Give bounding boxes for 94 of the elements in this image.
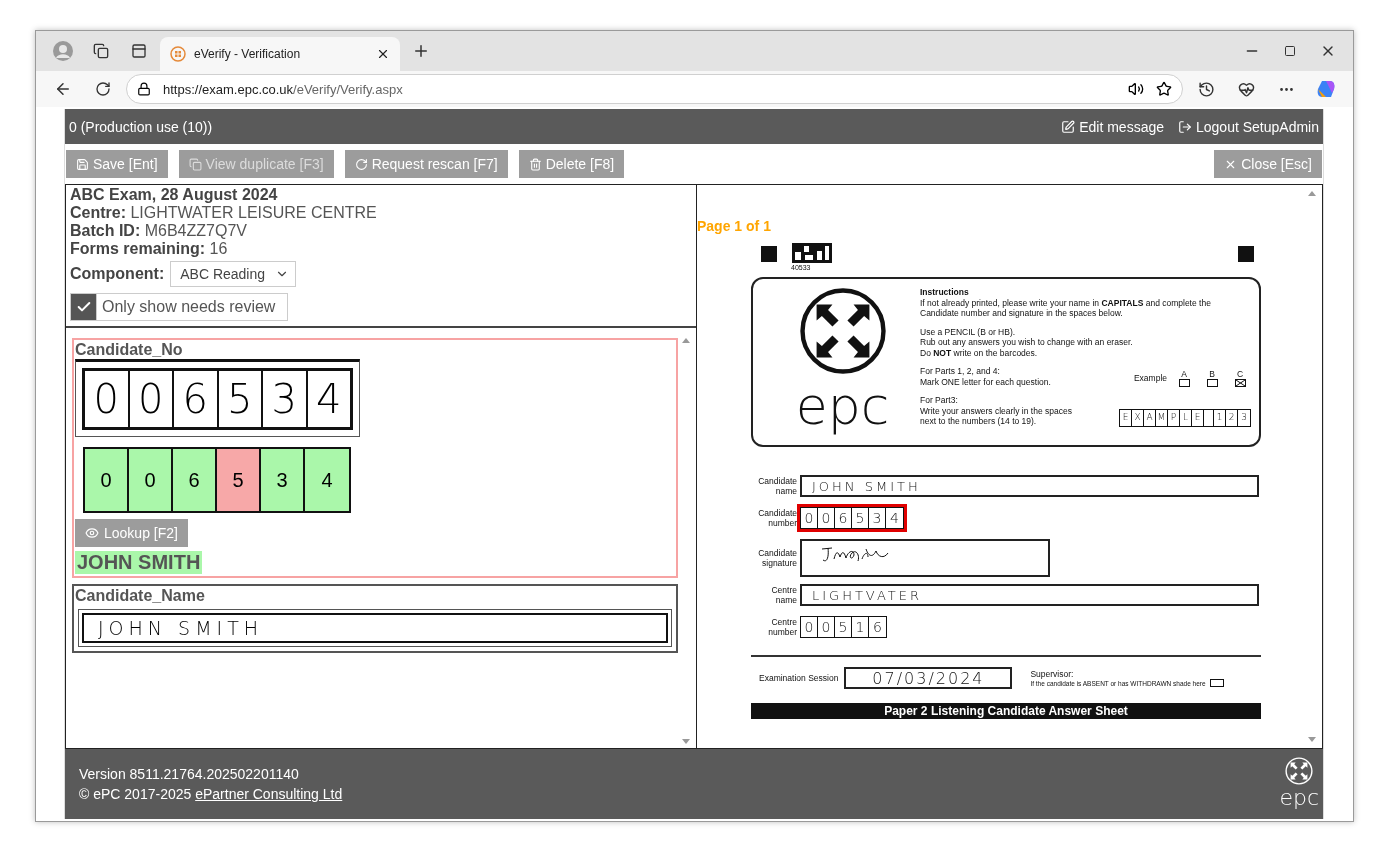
instruction-line: If not already printed, please write your name in CAPITALS and complete the — [920, 297, 1212, 308]
form-label: Centre name — [770, 585, 797, 605]
edit-message-link[interactable]: Edit message — [1061, 118, 1164, 135]
version-text: Version 8511.21764.202502201140 — [79, 766, 300, 782]
instruction-line: For Part3: — [920, 395, 959, 406]
company-link[interactable]: ePartner Consulting Ltd — [195, 786, 343, 802]
example-letter: E — [1120, 409, 1132, 426]
trash-icon — [528, 157, 542, 171]
handwritten-digit: 5 — [852, 508, 869, 528]
footer-logo-text: epc — [1279, 785, 1319, 811]
component-select[interactable]: ABC Reading — [170, 261, 297, 287]
read-aloud-icon[interactable] — [1128, 81, 1144, 97]
logout-link[interactable]: Logout SetupAdmin — [1178, 118, 1319, 135]
form-label: Centre number — [767, 617, 797, 637]
batch-detail: Forms remaining: 16 — [70, 240, 229, 258]
example-letter: M — [1156, 409, 1168, 426]
registration-mark — [761, 246, 777, 262]
instructions-title: Instructions — [920, 287, 970, 298]
scanned-name-image: JOHN SMITH — [78, 609, 672, 647]
logo-text: epc — [795, 375, 890, 437]
eye-icon — [85, 526, 99, 540]
handwritten-field: JOHN SMITH — [800, 475, 1259, 497]
scanned-number-image: 0 0 6 5 3 4 — [75, 359, 360, 437]
handwritten-digit: 6 — [872, 618, 883, 637]
favicon-icon — [170, 46, 186, 62]
page-label: Page 1 of 1 — [697, 218, 772, 234]
barcode-icon — [791, 242, 833, 264]
digit-cell[interactable]: 4 — [305, 449, 349, 511]
supervisor-label: Supervisor: — [1030, 669, 1075, 679]
tab-title: eVerify - Verification — [194, 47, 302, 61]
digit-cell[interactable]: 0 — [129, 449, 173, 511]
refresh-icon — [354, 157, 368, 171]
digit-cell[interactable]: 6 — [173, 449, 217, 511]
form-label: Candidate name — [757, 476, 797, 496]
instruction-line: Rub out any answers you wish to change with an eraser. — [920, 337, 1134, 348]
example-letter: P — [1168, 409, 1180, 426]
field-title: Candidate_No — [75, 341, 183, 359]
exam-title: ABC Exam, 28 August 2024 — [70, 186, 279, 204]
sheet-title: Paper 2 Listening Candidate Answer Sheet — [751, 703, 1261, 719]
handwritten-digit: 5 — [835, 617, 852, 637]
address-bar[interactable]: https://exam.epc.co.uk/eVerify/Verify.aspx — [126, 74, 1183, 104]
logout-icon — [1178, 119, 1192, 134]
instruction-line: Do NOT write on the barcodes. — [920, 347, 1039, 358]
instruction-line: next to the numbers (14 to 19). — [920, 416, 1038, 427]
field-title: Candidate_Name — [75, 587, 205, 605]
copyright-text: © ePC 2017-2025 ePartner Consulting Ltd — [79, 786, 344, 802]
example-letter: 2 — [1226, 409, 1238, 426]
instruction-line: Mark ONE letter for each question. — [920, 376, 1051, 387]
instruction-line: For Parts 1, 2, and 4: — [920, 366, 1001, 377]
favorite-icon[interactable] — [1156, 81, 1172, 97]
session-date-field: 07/03/2024 — [844, 667, 1013, 689]
example-letter: A — [1144, 409, 1156, 426]
example-letter: E — [1192, 409, 1204, 426]
close-icon[interactable] — [376, 47, 390, 61]
option-letter: B — [1209, 368, 1215, 379]
header-title: 0 (Production use (10)) — [69, 118, 214, 135]
instruction-line: Use a PENCIL (B or HB). — [920, 326, 1017, 337]
handwritten-digit: 0 — [818, 617, 835, 637]
handwritten-digit: 0 — [801, 617, 818, 637]
matched-name: JOHN SMITH — [75, 551, 203, 574]
example-letter: L — [1180, 409, 1192, 426]
digit-cell[interactable]: 0 — [85, 449, 129, 511]
batch-detail: Batch ID: M6B4ZZ7Q7V — [70, 222, 248, 240]
option-letter: C — [1236, 368, 1244, 379]
instruction-line: Candidate number and signature in the spaces below. — [920, 308, 1124, 319]
digit-cell[interactable]: 5 — [217, 449, 261, 511]
handwritten-digit: 0 — [818, 508, 835, 528]
footer-logo-icon — [1285, 757, 1314, 785]
handwritten-digit: 0 — [801, 508, 818, 528]
option-letter: A — [1181, 368, 1187, 379]
form-label: Candidate signature — [757, 548, 797, 568]
handwritten-digit: 6 — [835, 508, 852, 528]
example-letter: X — [1132, 409, 1144, 426]
registration-mark — [1238, 246, 1254, 262]
handwritten-field: LIGHTVATER — [800, 584, 1259, 606]
edit-icon — [1061, 119, 1076, 134]
component-label: Component: — [70, 265, 165, 283]
example-letter: 3 — [1240, 411, 1248, 425]
handwritten-digit: 1 — [852, 617, 869, 637]
batch-detail: Centre: LIGHTWATER LEISURE CENTRE — [70, 204, 378, 222]
needs-review-label: Only show needs review — [101, 297, 276, 317]
form-label: Candidate number — [757, 508, 797, 528]
example-letter: 1 — [1214, 409, 1226, 426]
instruction-line: Write your answers clearly in the spaces — [920, 405, 1072, 416]
example-label: Example — [1133, 372, 1167, 383]
needs-review-checkbox[interactable] — [71, 294, 97, 320]
save-icon — [76, 157, 89, 171]
session-label: Examination Session — [759, 673, 839, 683]
lock-icon — [137, 82, 151, 96]
browser-tab[interactable]: eVerify - Verification — [160, 37, 400, 71]
handwritten-digit: 3 — [869, 508, 886, 528]
digit-cell[interactable]: 3 — [261, 449, 305, 511]
copy-icon — [188, 157, 202, 171]
handwritten-digit: 4 — [889, 509, 900, 528]
